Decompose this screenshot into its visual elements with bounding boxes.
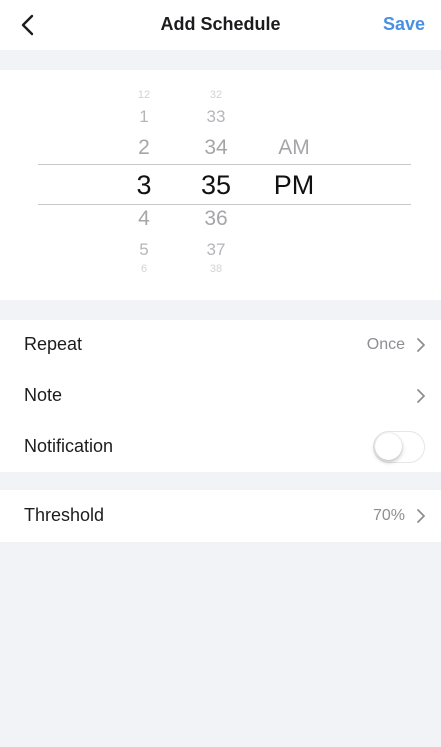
minute-option[interactable]: 36 [190, 207, 242, 231]
minute-selected[interactable]: 35 [190, 170, 242, 201]
notification-toggle[interactable] [373, 431, 425, 463]
section-spacer [0, 300, 441, 320]
minute-option[interactable]: 37 [190, 240, 242, 260]
section-spacer [0, 50, 441, 70]
time-picker: 12 1 2 3 4 5 6 32 33 34 35 36 37 38 AM P… [0, 70, 441, 300]
hour-option[interactable]: 4 [122, 207, 166, 231]
repeat-label: Repeat [24, 334, 83, 354]
notification-row: Notification [0, 422, 441, 472]
threshold-label: Threshold [24, 505, 105, 525]
minute-option[interactable]: 34 [190, 136, 242, 160]
hour-option[interactable]: 12 [122, 89, 166, 101]
page-background [0, 542, 441, 747]
repeat-row[interactable]: Repeat Once [0, 320, 441, 370]
repeat-value: Once [366, 336, 405, 353]
hour-option[interactable]: 1 [122, 107, 166, 127]
note-label: Note [24, 385, 63, 405]
chevron-right-icon [417, 389, 425, 403]
minute-option[interactable]: 33 [190, 107, 242, 127]
nav-bar: Add Schedule Save [0, 0, 441, 50]
notification-label: Notification [24, 436, 114, 456]
toggle-knob [375, 433, 402, 460]
threshold-value: 70% [372, 507, 405, 524]
chevron-right-icon [417, 338, 425, 352]
section-spacer [0, 472, 441, 490]
hour-option[interactable]: 2 [122, 136, 166, 160]
hour-option[interactable]: 6 [122, 263, 166, 275]
minute-option[interactable]: 32 [190, 89, 242, 101]
period-selected[interactable]: PM [268, 170, 320, 201]
minute-option[interactable]: 38 [190, 263, 242, 275]
period-option[interactable]: AM [268, 136, 320, 160]
picker-selection-top-line [38, 164, 411, 165]
note-row[interactable]: Note [0, 371, 441, 421]
save-button[interactable]: Save [383, 14, 425, 35]
hour-option[interactable]: 5 [122, 240, 166, 260]
schedule-settings-group: Repeat Once Note Notification [0, 320, 441, 472]
hour-selected[interactable]: 3 [122, 170, 166, 201]
chevron-right-icon [417, 509, 425, 523]
threshold-group: Threshold 70% [0, 490, 441, 542]
threshold-row[interactable]: Threshold 70% [0, 491, 441, 541]
picker-selection-bottom-line [38, 204, 411, 205]
page-title: Add Schedule [160, 14, 281, 34]
